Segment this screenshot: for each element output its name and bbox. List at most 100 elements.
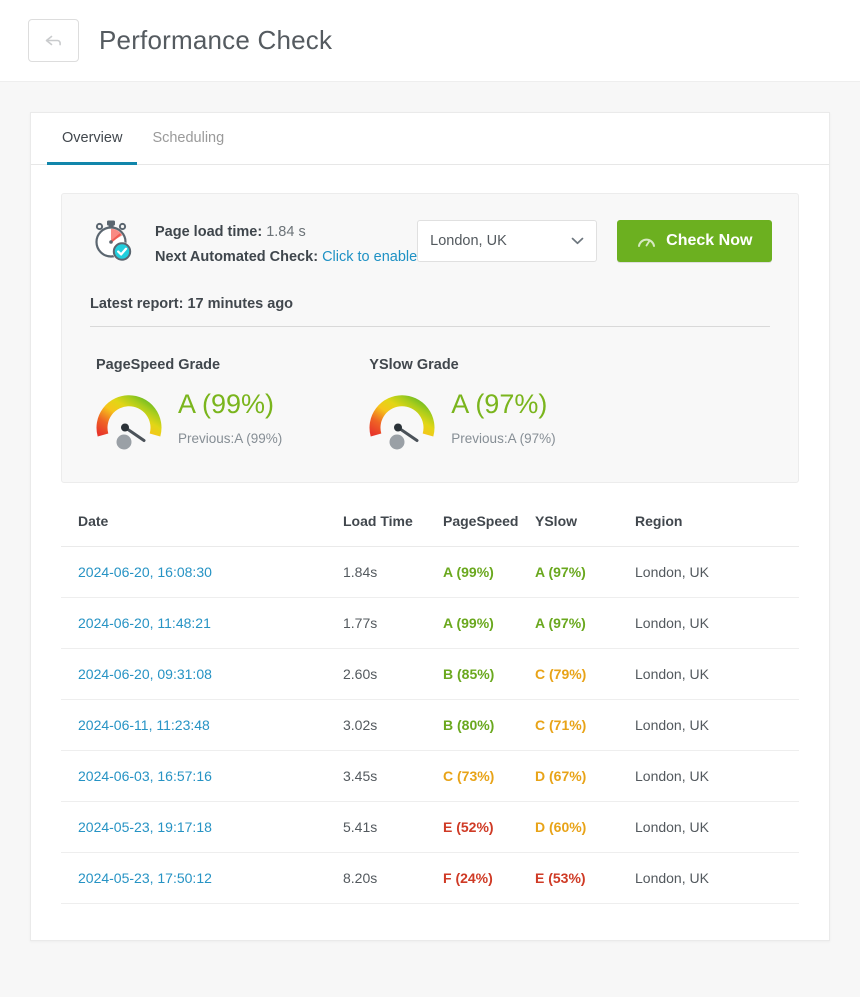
table-row: 2024-06-03, 16:57:16 3.45s C (73%) D (67%) L… [61,750,799,802]
back-button[interactable] [28,19,79,62]
cell-yslow: C (79%) [535,648,635,700]
pagespeed-gauge-icon [96,385,166,456]
stopwatch-check-icon [90,218,136,269]
cell-pagespeed: A (99%) [443,597,535,649]
cell-pagespeed: A (99%) [443,546,535,598]
yslow-gauge-text: A (97%) Previous:A (97%) [451,385,556,447]
summary-top-row: Page load time: 1.84 s Next Automated Ch… [90,216,773,270]
pagespeed-grade-badge: F (24%) [443,870,493,886]
cell-pagespeed: B (80%) [443,699,535,751]
cell-yslow: E (53%) [535,852,635,904]
yslow-gauge-block: YSlow Grade A (97%) Previous:A (97%) [369,357,556,456]
page-body: Overview Scheduling Page load time: 1.84… [0,82,860,941]
report-date-link[interactable]: 2024-06-11, 11:23:48 [78,717,210,733]
page-load-time-label: Page load time: [155,224,263,240]
cell-yslow: D (67%) [535,750,635,802]
cell-region: London, UK [635,852,799,904]
report-date-link[interactable]: 2024-06-20, 09:31:08 [78,666,212,682]
cell-region: London, UK [635,648,799,700]
reports-table-body: 2024-06-20, 16:08:30 1.84s A (99%) A (97%) L… [61,546,799,904]
enable-automated-check-link[interactable]: Click to enable [322,249,417,265]
grade-gauges: PageSpeed Grade A (99%) Previous:A (99%)… [90,357,770,456]
cell-yslow: A (97%) [535,546,635,598]
cell-yslow: C (71%) [535,699,635,751]
pagespeed-grade-value: A (99%) [178,389,275,419]
yslow-grade-badge: C (71%) [535,717,587,733]
table-row: 2024-06-20, 11:48:21 1.77s A (99%) A (97%) L… [61,597,799,649]
cell-load-time: 3.45s [343,750,443,802]
cell-date: 2024-06-03, 16:57:16 [61,750,343,802]
table-header-row: Date Load Time PageSpeed YSlow Region [61,513,799,547]
page-load-time-value: 1.84 s [266,224,306,240]
page-load-time-line: Page load time: 1.84 s [155,220,417,245]
cell-load-time: 8.20s [343,852,443,904]
summary-text-lines: Page load time: 1.84 s Next Automated Ch… [155,216,417,270]
table-row: 2024-06-20, 16:08:30 1.84s A (99%) A (97%) L… [61,546,799,598]
page-title: Performance Check [99,25,333,55]
region-select[interactable]: London, UK [417,220,598,262]
pagespeed-grade-badge: A (99%) [443,564,494,580]
cell-date: 2024-06-11, 11:23:48 [61,699,343,751]
next-automated-check-line: Next Automated Check: Click to enable [155,245,417,270]
yslow-grade-badge: A (97%) [535,564,586,580]
cell-pagespeed: E (52%) [443,801,535,853]
table-row: 2024-06-20, 09:31:08 2.60s B (85%) C (79%) L… [61,648,799,700]
pagespeed-grade-badge: C (73%) [443,768,495,784]
cell-pagespeed: B (85%) [443,648,535,700]
tab-scheduling[interactable]: Scheduling [137,113,239,165]
cell-pagespeed: C (73%) [443,750,535,802]
cell-yslow: D (60%) [535,801,635,853]
top-header-bar: Performance Check [0,0,860,82]
pagespeed-gauge-block: PageSpeed Grade A (99%) Previous:A (99%) [96,357,282,456]
cell-date: 2024-05-23, 19:17:18 [61,801,343,853]
tab-scheduling-label: Scheduling [152,129,225,146]
pagespeed-grade-badge: B (85%) [443,666,495,682]
tab-overview-label: Overview [62,129,123,146]
check-now-label: Check Now [666,232,753,249]
report-date-link[interactable]: 2024-05-23, 17:50:12 [78,870,212,886]
table-row: 2024-05-23, 17:50:12 8.20s F (24%) E (53%) L… [61,852,799,904]
cell-date: 2024-05-23, 17:50:12 [61,852,343,904]
check-now-button[interactable]: Check Now [617,220,773,262]
chevron-down-icon [571,233,584,249]
yslow-grade-badge: C (79%) [535,666,587,682]
tab-overview[interactable]: Overview [47,113,138,165]
cell-region: London, UK [635,699,799,751]
yslow-grade-badge: D (60%) [535,819,587,835]
summary-panel: Page load time: 1.84 s Next Automated Ch… [61,193,799,483]
latest-report-text: Latest report: 17 minutes ago [90,296,294,312]
pagespeed-grade-badge: E (52%) [443,819,494,835]
report-date-link[interactable]: 2024-05-23, 19:17:18 [78,819,212,835]
yslow-grade-value: A (97%) [451,389,548,419]
yslow-grade-badge: D (67%) [535,768,587,784]
yslow-previous-grade: Previous:A (97%) [451,431,556,446]
panel-divider [90,326,770,327]
report-date-link[interactable]: 2024-06-20, 11:48:21 [78,615,211,631]
back-arrow-icon [44,33,63,48]
yslow-gauge-title: YSlow Grade [369,357,459,373]
pagespeed-previous-grade: Previous:A (99%) [178,431,283,446]
next-check-label: Next Automated Check: [155,249,319,265]
cell-region: London, UK [635,750,799,802]
column-header-pagespeed: PageSpeed [443,513,535,547]
column-header-date: Date [61,513,343,547]
pagespeed-gauge-text: A (99%) Previous:A (99%) [178,385,283,447]
column-header-yslow: YSlow [535,513,635,547]
report-date-link[interactable]: 2024-06-03, 16:57:16 [78,768,212,784]
yslow-gauge-row: A (97%) Previous:A (97%) [369,385,556,456]
cell-region: London, UK [635,801,799,853]
yslow-gauge-icon [369,385,439,456]
table-row: 2024-06-11, 11:23:48 3.02s B (80%) C (71%) L… [61,699,799,751]
gauge-icon [637,234,656,248]
table-row: 2024-05-23, 19:17:18 5.41s E (52%) D (60%) L… [61,801,799,853]
yslow-grade-badge: E (53%) [535,870,586,886]
report-date-link[interactable]: 2024-06-20, 16:08:30 [78,564,212,580]
column-header-load-time: Load Time [343,513,443,547]
cell-date: 2024-06-20, 09:31:08 [61,648,343,700]
cell-yslow: A (97%) [535,597,635,649]
region-select-value: London, UK [430,233,507,249]
column-header-region: Region [635,513,799,547]
performance-card: Overview Scheduling Page load time: 1.84… [30,112,830,941]
cell-load-time: 1.77s [343,597,443,649]
cell-load-time: 2.60s [343,648,443,700]
